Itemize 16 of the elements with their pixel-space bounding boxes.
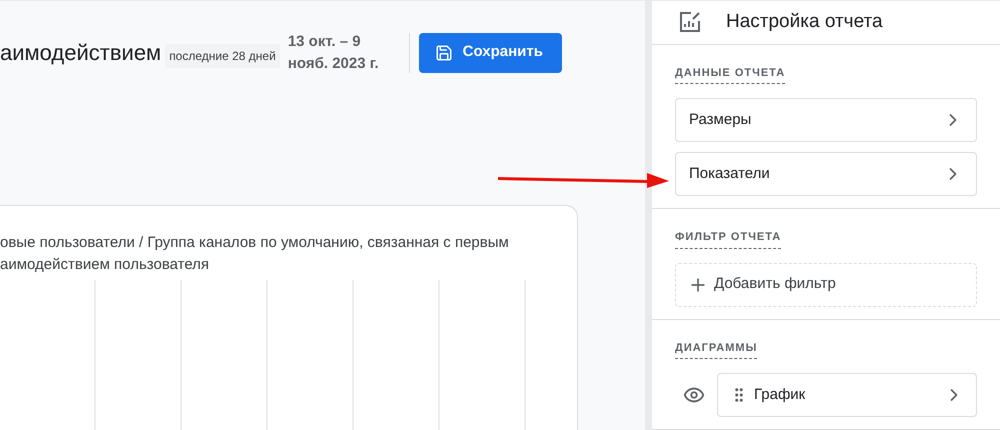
chart-type-item[interactable]: График	[717, 373, 977, 417]
panel-title: Настройка отчета	[726, 10, 883, 34]
chart-title: овые пользователи / Группа каналов по умолчанию, связанная с первым аимодействием пользователя	[0, 233, 510, 275]
period-badge: последние 28 дней	[165, 44, 280, 68]
save-button[interactable]: Сохранить	[418, 32, 562, 72]
report-title: аимодействием	[0, 39, 162, 67]
panel-splitter[interactable]	[645, 0, 652, 430]
section-heading: ДИАГРАММЫ	[675, 340, 758, 359]
section-heading: ФИЛЬТР ОТЧЕТА	[675, 229, 782, 248]
panel-nav-item[interactable]: Размеры	[675, 98, 977, 142]
report-edit-icon	[678, 10, 702, 34]
date-range[interactable]: 13 окт. – 9 нояб. 2023 г.	[288, 30, 379, 74]
save-icon	[434, 44, 453, 62]
panel-nav-item[interactable]: Показатели	[675, 152, 977, 196]
add-filter-button[interactable]: Добавить фильтр	[675, 262, 977, 306]
section-heading: ДАННЫЕ ОТЧЕТА	[675, 64, 786, 84]
